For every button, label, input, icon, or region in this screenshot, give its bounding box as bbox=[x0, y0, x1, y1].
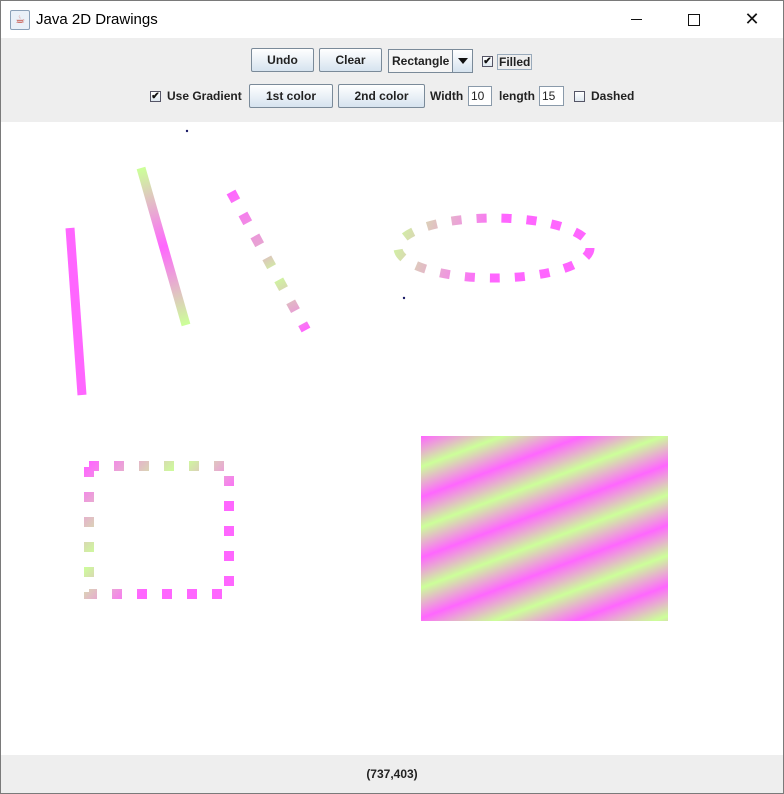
toolbar: Undo Clear Rectangle ✔ Filled ✔ Use Grad… bbox=[1, 38, 783, 122]
filled-label[interactable]: Filled bbox=[497, 54, 533, 70]
shape-select[interactable]: Rectangle bbox=[388, 49, 473, 73]
maximize-button[interactable] bbox=[671, 1, 717, 38]
dot-shape bbox=[402, 296, 406, 300]
shape-select-value: Rectangle bbox=[392, 54, 450, 68]
length-label: length bbox=[499, 89, 535, 103]
app-window: ☕ Java 2D Drawings ✕ Undo Clear Rectangl… bbox=[0, 0, 784, 794]
width-input[interactable]: 10 bbox=[468, 86, 492, 106]
checkmark-icon: ✔ bbox=[483, 55, 492, 67]
java-app-icon: ☕ bbox=[10, 9, 30, 30]
dash-length-input[interactable]: 15 bbox=[539, 86, 564, 106]
dashed-rectangle-shape bbox=[84, 461, 234, 599]
minimize-icon bbox=[630, 19, 642, 20]
window-title: Java 2D Drawings bbox=[36, 11, 158, 28]
dashed-label[interactable]: Dashed bbox=[591, 89, 634, 103]
maximize-icon bbox=[688, 13, 700, 26]
gradient-line-shape bbox=[136, 166, 191, 327]
title-bar: ☕ Java 2D Drawings ✕ bbox=[1, 1, 783, 38]
checkmark-icon: ✔ bbox=[151, 90, 160, 102]
solid-line-shape bbox=[65, 227, 87, 396]
dashed-ellipse-shape bbox=[393, 213, 595, 283]
first-color-button[interactable]: 1st color bbox=[249, 84, 333, 108]
drawing-surface bbox=[65, 129, 668, 621]
clear-button[interactable]: Clear bbox=[319, 48, 382, 72]
use-gradient-checkbox[interactable]: ✔ bbox=[150, 91, 161, 102]
chevron-down-icon bbox=[457, 58, 468, 64]
use-gradient-label[interactable]: Use Gradient bbox=[167, 89, 242, 103]
status-bar: (737,403) bbox=[1, 755, 783, 793]
undo-button[interactable]: Undo bbox=[251, 48, 314, 72]
dot-shape bbox=[185, 129, 189, 133]
close-button[interactable]: ✕ bbox=[729, 1, 775, 38]
drawing-canvas[interactable] bbox=[1, 122, 783, 755]
dropdown-arrow-button[interactable] bbox=[452, 50, 472, 72]
dashed-checkbox[interactable] bbox=[574, 91, 585, 102]
dashed-line-shape bbox=[226, 189, 311, 333]
minimize-button[interactable] bbox=[613, 1, 659, 38]
width-label: Width bbox=[430, 89, 464, 103]
filled-checkbox[interactable]: ✔ bbox=[482, 56, 493, 67]
cursor-coordinates: (737,403) bbox=[366, 767, 418, 781]
close-icon: ✕ bbox=[744, 8, 760, 30]
filled-gradient-rectangle-shape bbox=[421, 436, 668, 621]
second-color-button[interactable]: 2nd color bbox=[338, 84, 425, 108]
